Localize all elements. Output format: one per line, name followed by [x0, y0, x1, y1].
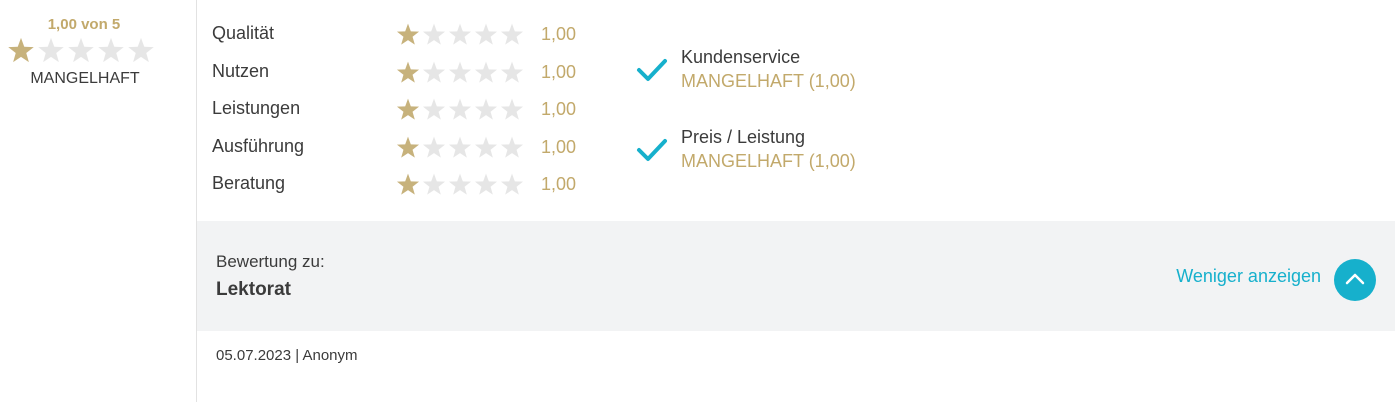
star-icon: [499, 60, 525, 86]
star-icon: [6, 36, 36, 66]
star-icon: [447, 172, 473, 198]
star-icon: [395, 97, 421, 123]
show-less-link[interactable]: Weniger anzeigen: [1176, 266, 1321, 287]
star-icon: [395, 60, 421, 86]
star-icon: [473, 22, 499, 48]
overall-rating-panel: 1,00 von 5 MANGELHAFT: [0, 0, 197, 402]
criterion-row: Ausführung 1,00: [212, 135, 592, 173]
criterion-label: Beratung: [212, 173, 286, 193]
star-icon: [473, 172, 499, 198]
criterion-stars: [395, 97, 525, 123]
criterion-row: Beratung 1,00: [212, 172, 592, 210]
star-icon: [421, 60, 447, 86]
criterion-label: Nutzen: [212, 60, 270, 81]
star-icon: [395, 172, 421, 198]
criterion-row: Leistungen 1,00: [212, 97, 592, 135]
star-icon: [447, 135, 473, 161]
flag-value: MANGELHAFT (1,00): [681, 151, 856, 171]
overall-rating-label: MANGELHAFT: [30, 70, 140, 87]
star-icon: [395, 22, 421, 48]
star-icon: [499, 172, 525, 198]
star-icon: [36, 36, 66, 66]
star-icon: [447, 22, 473, 48]
criterion-value: 1,00: [541, 174, 577, 194]
chevron-up-icon: [1345, 273, 1365, 285]
criterion-label: Leistungen: [212, 98, 301, 118]
criterion-stars: [395, 135, 525, 161]
criterion-label: Ausführung: [212, 135, 305, 156]
star-icon: [473, 135, 499, 161]
review-meta: 05.07.2023 | Anonym: [216, 347, 358, 364]
check-icon: [636, 57, 668, 83]
review-for-value: Lektorat: [216, 279, 291, 300]
collapse-button[interactable]: [1334, 259, 1376, 301]
flag-value: MANGELHAFT (1,00): [681, 71, 856, 91]
overall-score: 1,00 von 5: [47, 16, 121, 33]
criterion-value: 1,00: [541, 136, 577, 157]
star-icon: [421, 135, 447, 161]
star-icon: [447, 97, 473, 123]
criterion-row: Nutzen 1,00: [212, 60, 592, 98]
star-icon: [421, 22, 447, 48]
star-icon: [421, 172, 447, 198]
star-icon: [126, 36, 156, 66]
criterion-stars: [395, 22, 525, 48]
star-icon: [96, 36, 126, 66]
criterion-stars: [395, 60, 525, 86]
review-subject-bar: Bewertung zu: Lektorat Weniger anzeigen: [197, 221, 1395, 331]
review-for-label: Bewertung zu:: [216, 252, 325, 271]
star-icon: [421, 97, 447, 123]
star-icon: [395, 135, 421, 161]
star-icon: [473, 97, 499, 123]
flag-title: Kundenservice: [681, 47, 801, 67]
criterion-row: Qualität 1,00: [212, 22, 592, 60]
star-icon: [66, 36, 96, 66]
star-icon: [499, 97, 525, 123]
overall-stars: [6, 36, 156, 66]
criterion-value: 1,00: [541, 61, 577, 82]
criteria-list: Qualität 1,00 Nutzen 1,00 Leistungen 1,0…: [212, 22, 592, 210]
criterion-value: 1,00: [541, 99, 577, 119]
star-icon: [499, 135, 525, 161]
criterion-label: Qualität: [212, 23, 275, 43]
flag-title: Preis / Leistung: [681, 127, 806, 147]
star-icon: [473, 60, 499, 86]
check-icon: [636, 137, 668, 163]
star-icon: [447, 60, 473, 86]
star-icon: [499, 22, 525, 48]
criterion-stars: [395, 172, 525, 198]
criterion-value: 1,00: [541, 24, 577, 44]
